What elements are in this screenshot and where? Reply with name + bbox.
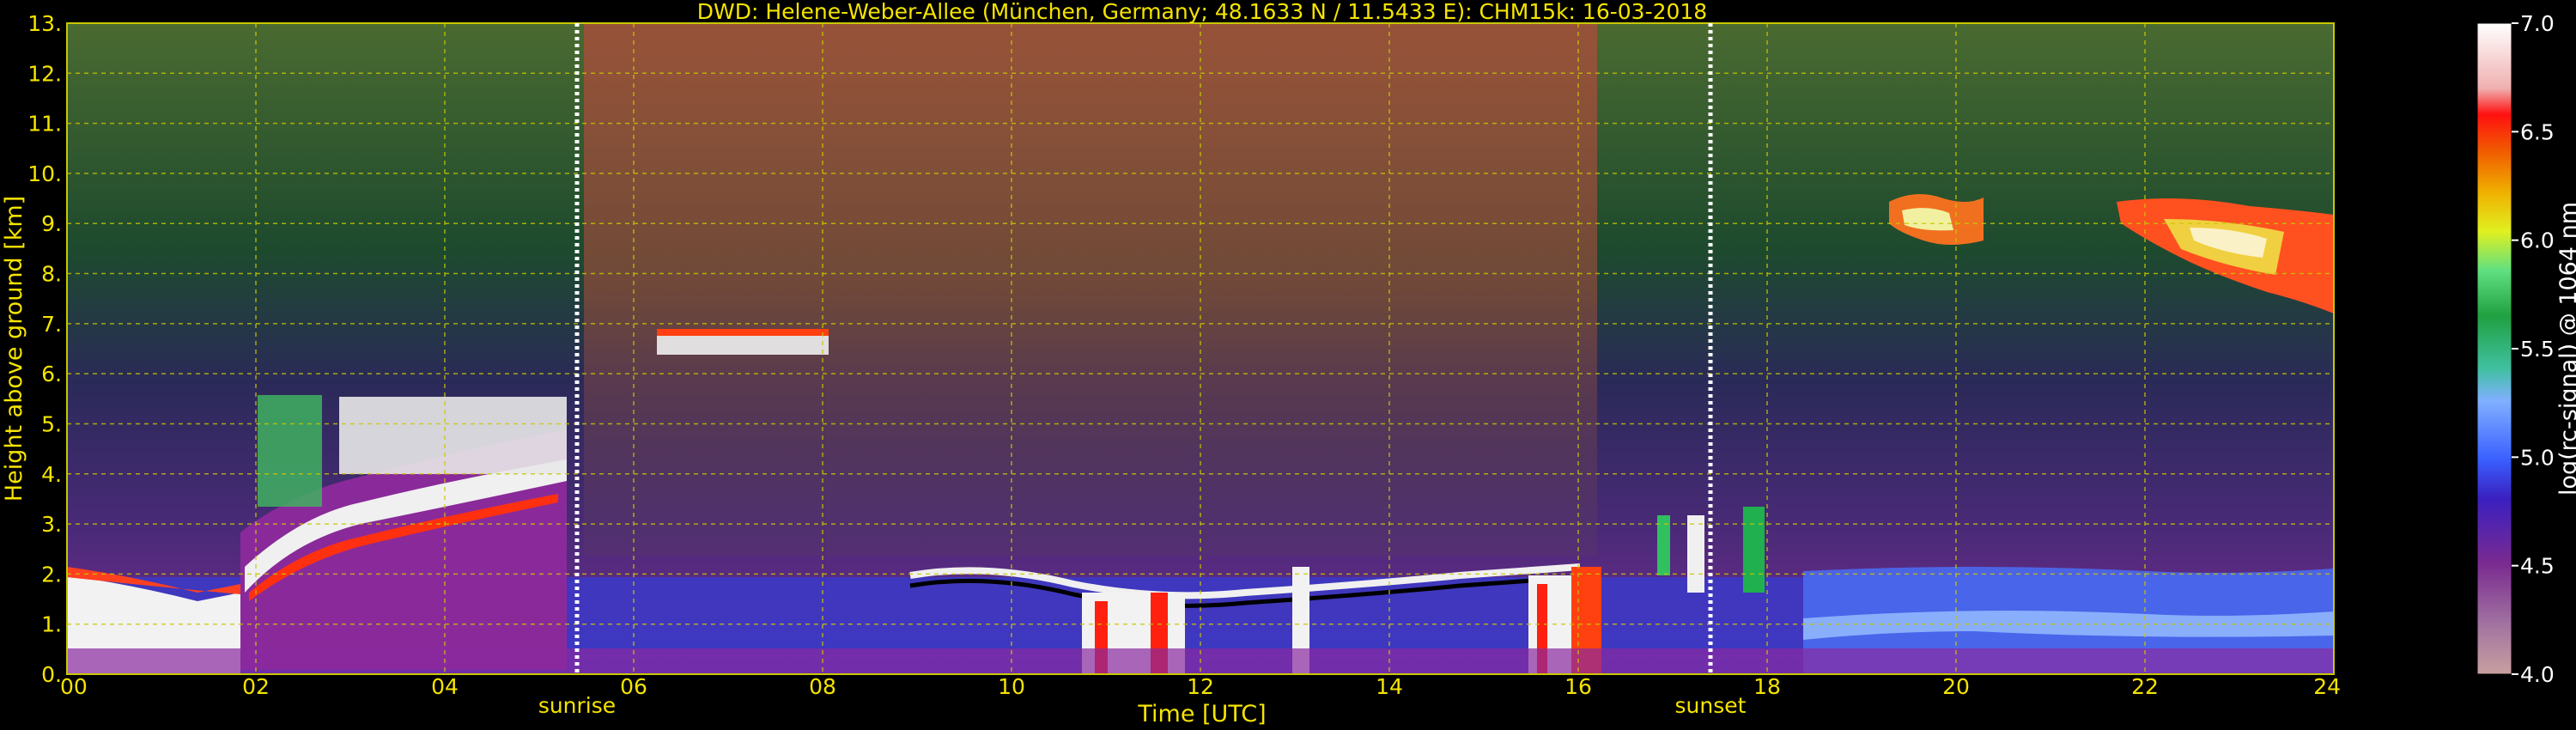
- evening-cloud-3: [1743, 507, 1765, 593]
- x-tick-label: 24: [2313, 674, 2341, 699]
- y-tick-label: 5.: [41, 411, 62, 436]
- y-tick-label: 7.: [41, 312, 62, 337]
- y-tick-label: 12.: [27, 61, 62, 86]
- x-tick-label: 00: [60, 674, 88, 699]
- colorbar-tick-label: 4.5: [2520, 554, 2555, 579]
- x-tick-label: 18: [1753, 674, 1781, 699]
- y-tick-label: 0.: [41, 662, 62, 687]
- x-tick-label: 08: [809, 674, 836, 699]
- x-tick-label: 16: [1564, 674, 1592, 699]
- y-tick-label: 3.: [41, 512, 62, 537]
- x-tick-label: 20: [1942, 674, 1970, 699]
- x-axis-label: Time [UTC]: [1137, 701, 1266, 727]
- y-tick-label: 6.: [41, 362, 62, 386]
- colorbar-tick-label: 6.0: [2520, 228, 2555, 253]
- y-tick-label: 2.: [41, 562, 62, 587]
- colorbar-ticks: 4.0 4.5 5.0 5.5 6.0 6.5 7.0: [2512, 11, 2555, 687]
- x-tick-label: 06: [620, 674, 647, 699]
- x-tick-label: 22: [2131, 674, 2159, 699]
- y-tick-label: 11.: [27, 112, 62, 137]
- y-tick-label: 13.: [27, 11, 62, 36]
- y-tick-label: 1.: [41, 612, 62, 637]
- y-axis-label: Height above ground [km]: [1, 196, 27, 502]
- x-tick-label: 10: [998, 674, 1025, 699]
- cloud-layer-morning-2: [258, 395, 322, 507]
- colorbar-tick-label: 6.5: [2520, 119, 2555, 144]
- colorbar: 4.0 4.5 5.0 5.5 6.0 6.5 7.0 log(rc-signal) @ 1…: [2476, 11, 2576, 687]
- colorbar-tick-label: 4.0: [2520, 662, 2555, 687]
- colorbar-tick-label: 5.0: [2520, 445, 2555, 470]
- y-tick-label: 4.: [41, 462, 62, 487]
- x-tick-label: 02: [242, 674, 270, 699]
- colorbar-label: log(rc-signal) @ 1064 nm: [2555, 202, 2576, 496]
- colorbar-tick-label: 5.5: [2520, 337, 2555, 362]
- chart-title: DWD: Helene-Weber-Allee (München, German…: [697, 0, 1707, 24]
- x-tick-label: 14: [1376, 674, 1403, 699]
- sun-marker-label: sunrise: [538, 693, 616, 718]
- mid-cloud-morning-edge: [657, 329, 829, 336]
- midday-noise-region: [584, 23, 1597, 556]
- y-axis-ticks: 0. 1. 2. 3. 4. 5. 6. 7. 8. 9. 10. 11. 12. 13.: [27, 11, 62, 687]
- x-axis-ticks: 00 02 04 06 08 10 12 14 16 18 20 22 24: [60, 674, 2341, 699]
- cloud-layer-morning: [339, 397, 567, 474]
- x-tick-label: 12: [1187, 674, 1214, 699]
- lidar-chart: sunrise sunset 0. 1. 2. 3. 4. 5. 6. 7. 8. 9. 10. 11.…: [1, 0, 2576, 727]
- colorbar-gradient: [2477, 23, 2512, 674]
- y-tick-label: 10.: [27, 161, 62, 186]
- colorbar-tick-label: 7.0: [2520, 11, 2555, 36]
- y-tick-label: 9.: [41, 211, 62, 236]
- x-tick-label: 04: [431, 674, 459, 699]
- sun-marker-label: sunset: [1675, 693, 1747, 718]
- evening-cloud-2: [1687, 515, 1704, 593]
- y-tick-label: 8.: [41, 262, 62, 287]
